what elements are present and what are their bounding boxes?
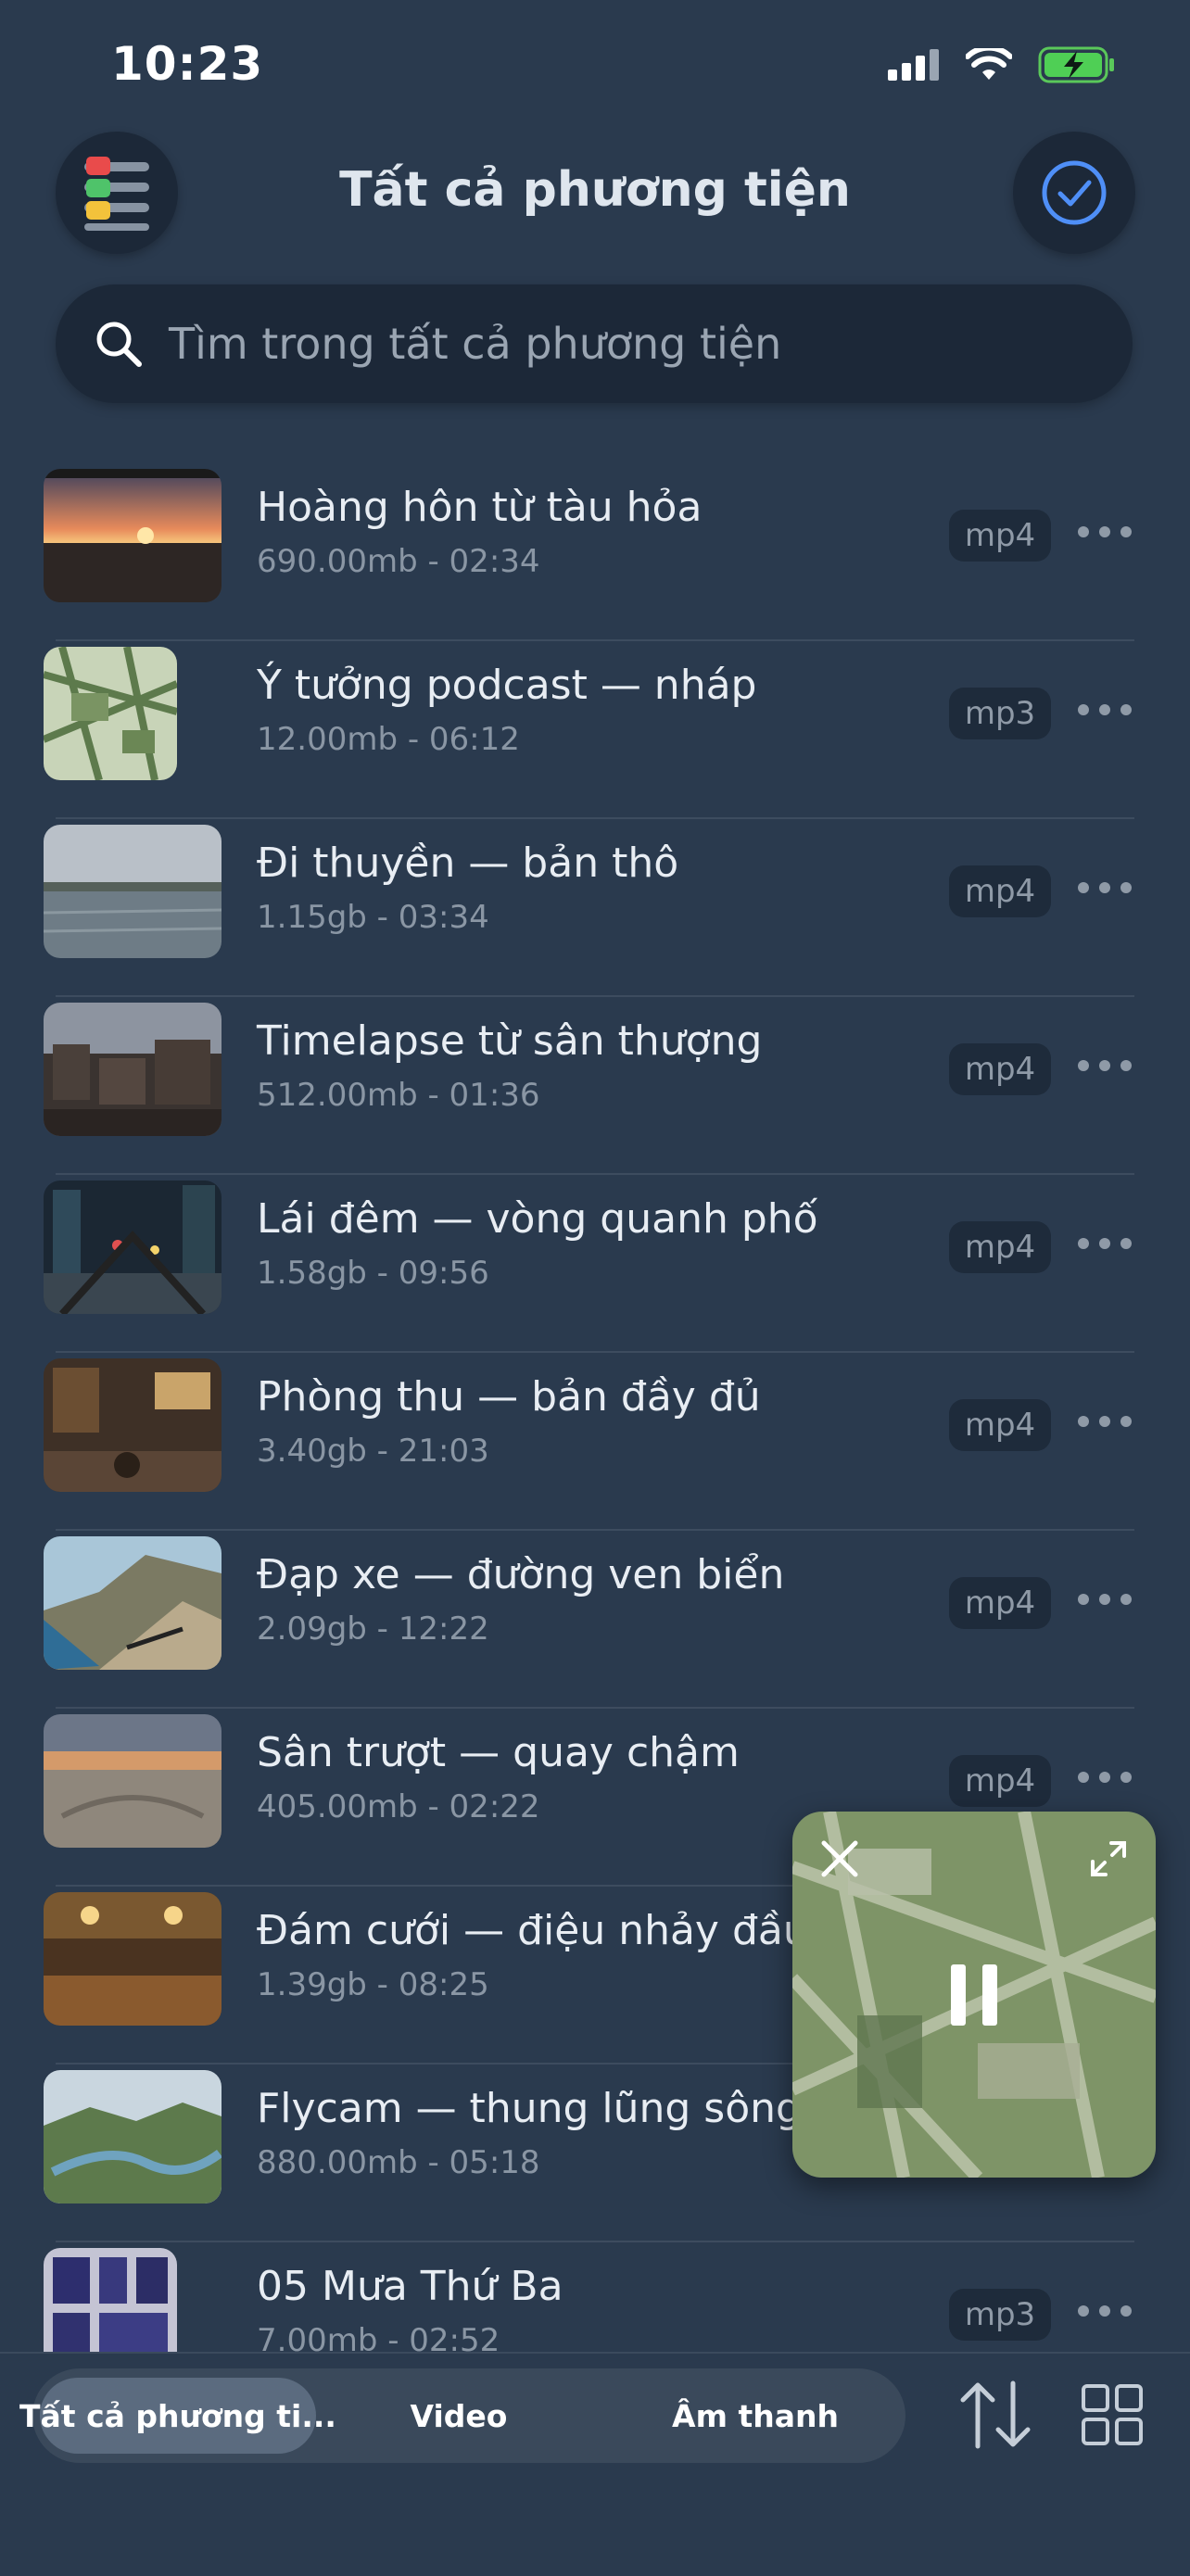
- search-icon: [93, 318, 145, 370]
- thumbnail: [44, 1892, 222, 2026]
- signal-icon: [888, 49, 939, 81]
- mini-player[interactable]: [792, 1812, 1156, 2178]
- thumbnail: [44, 2070, 222, 2203]
- format-badge: mp4: [949, 1755, 1051, 1807]
- thumbnail: [44, 647, 177, 780]
- thumbnail: [44, 1358, 222, 1492]
- status-icons: [888, 46, 1116, 83]
- list-item[interactable]: Hoàng hôn từ tàu hỏa 690.00mb - 02:34 mp…: [0, 463, 1190, 641]
- item-title: Đạp xe — đường ven biển: [257, 1551, 785, 1598]
- expand-icon[interactable]: [1087, 1837, 1130, 1884]
- format-badge: mp4: [949, 1221, 1051, 1273]
- more-options-icon[interactable]: [1078, 882, 1132, 893]
- item-meta: 3.40gb - 21:03: [257, 1433, 489, 1470]
- grid-view-button[interactable]: [1081, 2383, 1144, 2450]
- select-button[interactable]: [1013, 132, 1135, 254]
- status-bar: 10:23: [0, 0, 1190, 130]
- item-meta: 1.15gb - 03:34: [257, 899, 489, 936]
- more-options-icon[interactable]: [1078, 704, 1132, 715]
- more-options-icon[interactable]: [1078, 1594, 1132, 1605]
- list-item[interactable]: Đạp xe — đường ven biển 2.09gb - 12:22 m…: [0, 1531, 1190, 1709]
- item-title: Đám cưới — điệu nhảy đầu: [257, 1907, 809, 1954]
- format-badge: mp4: [949, 510, 1051, 562]
- item-meta: 1.58gb - 09:56: [257, 1255, 489, 1292]
- media-type-tabs: Tất cả phương ti... Video Âm thanh: [19, 2368, 905, 2463]
- thumbnail: [44, 1181, 222, 1314]
- item-meta: 512.00mb - 01:36: [257, 1077, 540, 1114]
- pause-icon[interactable]: [947, 1963, 1001, 2031]
- item-meta: 2.09gb - 12:22: [257, 1610, 489, 1648]
- search-placeholder: Tìm trong tất cả phương tiện: [169, 319, 782, 369]
- select-check-icon: [1042, 160, 1107, 225]
- list-item[interactable]: Ý tưởng podcast — nháp 12.00mb - 06:12 m…: [0, 641, 1190, 819]
- thumbnail: [44, 469, 222, 602]
- battery-charging-icon: [1038, 46, 1114, 83]
- thumbnail: [44, 1714, 222, 1848]
- more-options-icon[interactable]: [1078, 1060, 1132, 1071]
- item-meta: 405.00mb - 02:22: [257, 1788, 540, 1825]
- item-meta: 1.39gb - 08:25: [257, 1966, 489, 2003]
- item-title: 05 Mưa Thứ Ba: [257, 2263, 563, 2310]
- status-time: 10:23: [111, 37, 264, 91]
- thumbnail: [44, 1003, 222, 1136]
- item-title: Sân trượt — quay chậm: [257, 1729, 740, 1776]
- item-title: Đi thuyền — bản thô: [257, 840, 679, 887]
- item-title: Hoàng hôn từ tàu hỏa: [257, 484, 703, 531]
- more-options-icon[interactable]: [1078, 1416, 1132, 1427]
- grid-view-icon: [1082, 2384, 1143, 2445]
- item-title: Timelapse từ sân thượng: [257, 1017, 763, 1065]
- list-item[interactable]: Phòng thu — bản đầy đủ 3.40gb - 21:03 mp…: [0, 1353, 1190, 1531]
- sort-arrows-icon: [960, 2380, 1031, 2449]
- search-bar[interactable]: Tìm trong tất cả phương tiện: [56, 284, 1133, 403]
- item-meta: 690.00mb - 02:34: [257, 543, 540, 580]
- close-icon[interactable]: [818, 1837, 861, 1884]
- tab-audio[interactable]: Âm thanh: [616, 2378, 894, 2454]
- thumbnail: [44, 1536, 222, 1670]
- more-options-icon[interactable]: [1078, 1772, 1132, 1783]
- tab-video[interactable]: Video: [320, 2378, 598, 2454]
- thumbnail: [44, 825, 222, 958]
- more-options-icon[interactable]: [1078, 1238, 1132, 1249]
- tab-all-media[interactable]: Tất cả phương ti...: [19, 2378, 336, 2454]
- list-item[interactable]: Timelapse từ sân thượng 512.00mb - 01:36…: [0, 997, 1190, 1175]
- format-badge: mp3: [949, 2289, 1051, 2341]
- format-badge: mp4: [949, 865, 1051, 917]
- more-options-icon[interactable]: [1078, 2305, 1132, 2317]
- item-meta: 12.00mb - 06:12: [257, 721, 520, 758]
- more-options-icon[interactable]: [1078, 526, 1132, 537]
- wifi-icon: [966, 48, 1012, 80]
- format-badge: mp4: [949, 1399, 1051, 1451]
- item-title: Ý tưởng podcast — nháp: [257, 662, 757, 709]
- format-badge: mp4: [949, 1577, 1051, 1629]
- item-title: Phòng thu — bản đầy đủ: [257, 1373, 761, 1421]
- list-item[interactable]: Lái đêm — vòng quanh phố 1.58gb - 09:56 …: [0, 1175, 1190, 1353]
- page-title: Tất cả phương tiện: [339, 162, 851, 218]
- item-meta: 880.00mb - 05:18: [257, 2144, 540, 2181]
- sort-button[interactable]: [957, 2380, 1033, 2454]
- list-item[interactable]: Đi thuyền — bản thô 1.15gb - 03:34 mp4: [0, 819, 1190, 997]
- item-title: Flycam — thung lũng sông: [257, 2085, 802, 2132]
- item-title: Lái đêm — vòng quanh phố: [257, 1195, 818, 1243]
- format-badge: mp4: [949, 1043, 1051, 1095]
- format-badge: mp3: [949, 688, 1051, 739]
